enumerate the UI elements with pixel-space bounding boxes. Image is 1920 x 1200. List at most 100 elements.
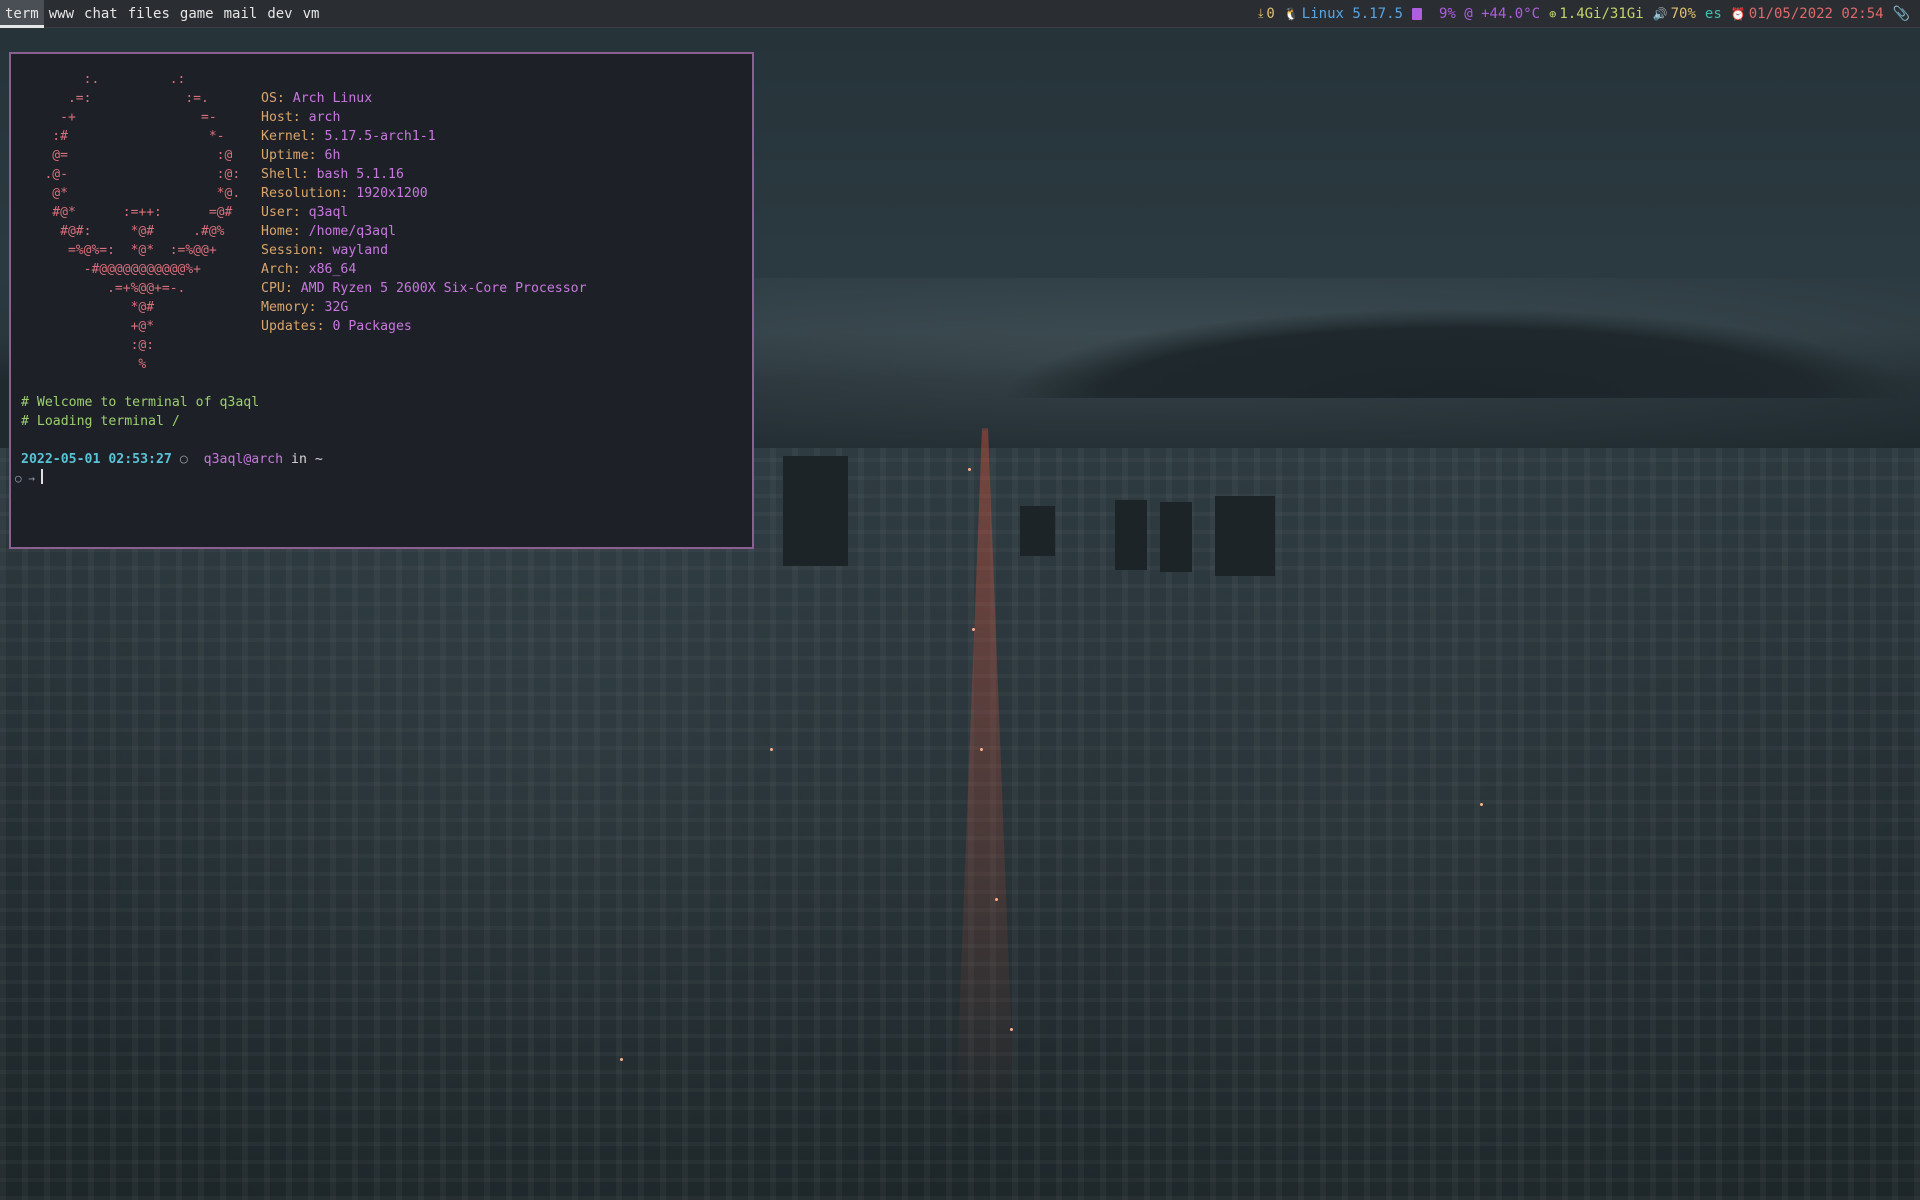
workspace-www[interactable]: www — [44, 0, 79, 28]
info-key: Resolution: — [261, 186, 357, 201]
info-value: wayland — [332, 243, 389, 258]
paperclip-icon: 📎 — [1892, 5, 1910, 22]
info-value: 0 Packages — [332, 319, 412, 334]
info-cpu: CPU: AMD Ryzen 5 2600X Six-Core Processo… — [261, 279, 587, 298]
datetime: 01/05/2022 02:54 — [1748, 5, 1884, 22]
prompt-dir: ~ — [314, 452, 323, 467]
workspace-term[interactable]: term — [0, 0, 44, 28]
info-value: /home/q3aql — [308, 224, 396, 239]
info-key: Updates: — [261, 319, 333, 334]
wallpaper-tower — [1020, 506, 1055, 556]
terminal-window[interactable]: :. .: .=: :=. -+ =- :# *- @= :@ .@- :@: … — [9, 52, 754, 549]
info-value: 6h — [324, 148, 341, 163]
memory-module[interactable]: ⊕ 1.4Gi/31Gi — [1549, 6, 1644, 22]
wallpaper-light — [980, 748, 983, 751]
info-key: Memory: — [261, 300, 325, 315]
prompt-user-host: q3aql@arch — [203, 452, 284, 467]
info-value: 32G — [324, 300, 349, 315]
info-os: OS: Arch Linux — [261, 89, 587, 108]
workspace-list: term www chat files game mail dev vm — [0, 0, 324, 28]
linux-icon: 🐧 — [1283, 6, 1299, 21]
datetime-module[interactable]: ⏰ 01/05/2022 02:54 — [1731, 6, 1884, 22]
info-value: Arch Linux — [292, 91, 373, 106]
info-arch: Arch: x86_64 — [261, 260, 587, 279]
wallpaper-light — [968, 468, 971, 471]
wallpaper-hills — [1000, 308, 1920, 398]
cpu-module[interactable]: 9% @ +44.0°C — [1411, 5, 1541, 22]
keyboard-layout: es — [1704, 5, 1722, 22]
cpu-usage: 9% @ +44.0°C — [1438, 5, 1541, 22]
wallpaper-light — [770, 748, 773, 751]
info-value: AMD Ryzen 5 2600X Six-Core Processor — [300, 281, 587, 296]
wallpaper-light — [1480, 803, 1483, 806]
workspace-mail[interactable]: mail — [219, 0, 263, 28]
top-bar: term www chat files game mail dev vm ⤓ 0… — [0, 0, 1920, 28]
prompt-dot: ○ — [179, 452, 188, 467]
workspace-dev[interactable]: dev — [262, 0, 297, 28]
info-kernel: Kernel: 5.17.5-arch1-1 — [261, 127, 587, 146]
status-area: ⤓ 0 🐧 Linux 5.17.5 9% @ +44.0°C ⊕ 1.4Gi/… — [1258, 0, 1920, 28]
volume-icon: 🔊 — [1652, 6, 1668, 21]
calendar-icon: ⏰ — [1730, 6, 1746, 21]
prompt-time: 2022-05-01 02:53:27 — [21, 452, 172, 467]
text-cursor — [40, 469, 43, 484]
updates-module[interactable]: ⤓ 0 — [1258, 6, 1275, 22]
info-value: x86_64 — [308, 262, 357, 277]
workspace-vm[interactable]: vm — [298, 0, 325, 28]
info-key: CPU: — [261, 281, 301, 296]
workspace-game[interactable]: game — [175, 0, 219, 28]
volume-module[interactable]: 🔊 70% — [1653, 6, 1696, 22]
wallpaper-light — [972, 628, 975, 631]
wallpaper-tower — [1215, 496, 1275, 576]
info-value: 5.17.5-arch1-1 — [324, 129, 436, 144]
arch-ascii-logo: :. .: .=: :=. -+ =- :# *- @= :@ .@- :@: … — [44, 72, 241, 372]
info-session: Session: wayland — [261, 241, 587, 260]
keyboard-layout-module[interactable]: es — [1705, 6, 1722, 22]
info-memory: Memory: 32G — [261, 298, 587, 317]
info-key: Home: — [261, 224, 309, 239]
workspace-chat[interactable]: chat — [79, 0, 123, 28]
workspace-files[interactable]: files — [123, 0, 175, 28]
wallpaper-tower — [1115, 500, 1147, 570]
info-key: Kernel: — [261, 129, 325, 144]
system-info: OS: Arch Linux Host: arch Kernel: 5.17.5… — [261, 89, 587, 374]
info-shell: Shell: bash 5.1.16 — [261, 165, 587, 184]
neofetch-output: :. .: .=: :=. -+ =- :# *- @= :@ .@- :@: … — [21, 70, 752, 374]
tray-module[interactable]: 📎 — [1893, 6, 1910, 22]
prompt-header: 2022-05-01 02:53:27 ○ q3aql@arch in ~ — [21, 450, 752, 469]
info-resolution: Resolution: 1920x1200 — [261, 184, 587, 203]
info-value: arch — [308, 110, 341, 125]
info-key: Shell: — [261, 167, 317, 182]
kernel-version: Linux 5.17.5 — [1301, 5, 1403, 22]
wallpaper-tower — [1160, 502, 1192, 572]
info-uptime: Uptime: 6h — [261, 146, 587, 165]
loading-comment: # Loading terminal / — [21, 414, 180, 429]
info-value: 1920x1200 — [356, 186, 428, 201]
prompt-input-line[interactable]: ○ → — [15, 469, 752, 488]
volume-level: 70% — [1670, 5, 1696, 22]
welcome-comment: # Welcome to terminal of q3aql — [21, 395, 260, 410]
wallpaper-light — [620, 1058, 623, 1061]
info-key: User: — [261, 205, 309, 220]
wallpaper-tower — [783, 456, 848, 566]
info-value: bash 5.1.16 — [316, 167, 404, 182]
info-key: Arch: — [261, 262, 309, 277]
memory-usage: 1.4Gi/31Gi — [1559, 5, 1644, 22]
info-key: Session: — [261, 243, 333, 258]
wallpaper-light — [1010, 1028, 1013, 1031]
updates-count: 0 — [1266, 5, 1275, 22]
info-key: Host: — [261, 110, 309, 125]
kernel-module[interactable]: 🐧 Linux 5.17.5 — [1284, 6, 1403, 22]
info-updates: Updates: 0 Packages — [261, 317, 587, 336]
wallpaper-light — [995, 898, 998, 901]
prompt-lead: ○ → — [15, 472, 35, 485]
info-value: q3aql — [308, 205, 349, 220]
info-key: OS: — [261, 91, 293, 106]
prompt-in: in — [291, 452, 307, 467]
info-key: Uptime: — [261, 148, 325, 163]
info-user: User: q3aql — [261, 203, 587, 222]
info-home: Home: /home/q3aql — [261, 222, 587, 241]
download-icon: ⤓ — [1258, 6, 1264, 20]
